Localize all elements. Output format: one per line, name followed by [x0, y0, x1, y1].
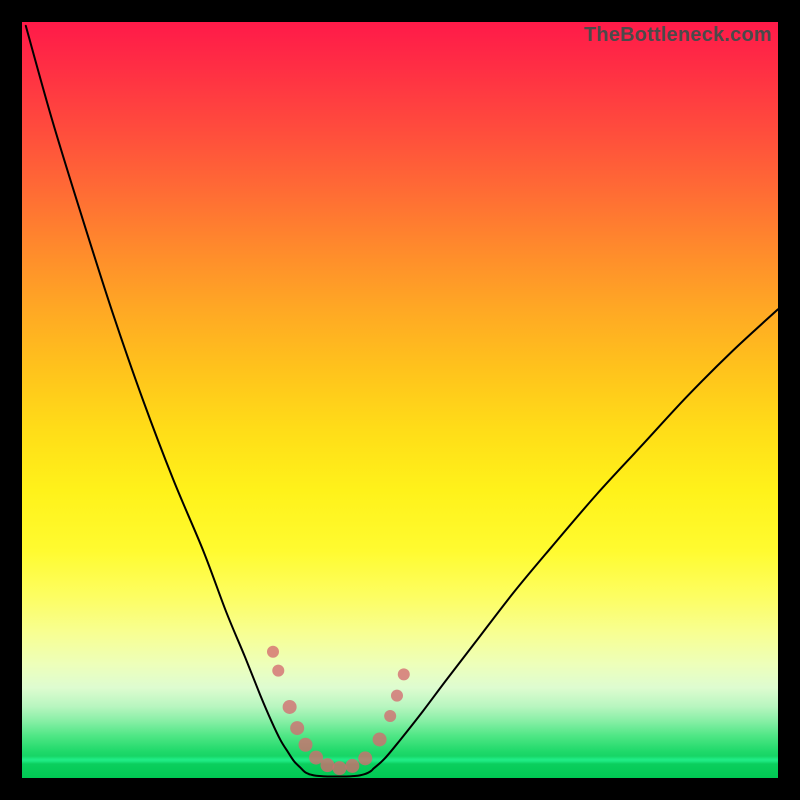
marker-dot — [283, 700, 297, 714]
marker-dot — [358, 751, 372, 765]
marker-dot — [290, 721, 304, 735]
marker-dot — [333, 761, 347, 775]
marker-dot — [320, 758, 334, 772]
marker-dot — [299, 738, 313, 752]
plot-area: TheBottleneck.com — [22, 22, 778, 778]
bottleneck-curve — [26, 26, 778, 777]
marker-dot — [345, 759, 359, 773]
marker-dot — [267, 646, 279, 658]
marker-dot — [373, 732, 387, 746]
marker-dot — [398, 668, 410, 680]
marker-dot — [272, 665, 284, 677]
watermark-text: TheBottleneck.com — [584, 24, 772, 47]
chart-svg — [22, 22, 778, 778]
marker-dot — [384, 710, 396, 722]
marker-dot — [391, 690, 403, 702]
outer-frame: TheBottleneck.com — [0, 0, 800, 800]
